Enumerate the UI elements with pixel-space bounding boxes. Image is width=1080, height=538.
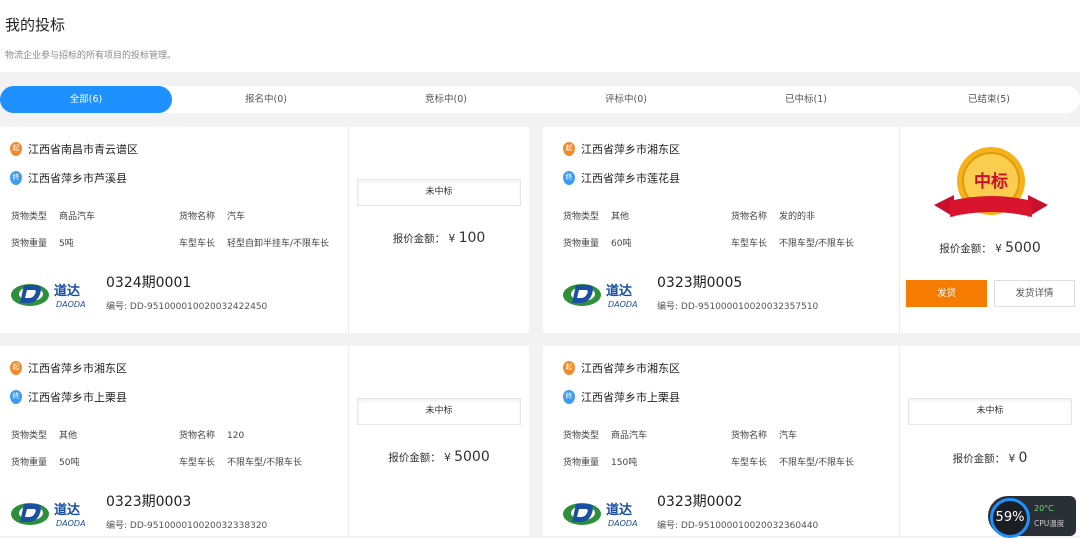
serial-number: 编号: DD-95100001002003235751​0: [657, 302, 819, 312]
bid-price: 报价金额： ¥ 5000: [388, 449, 490, 465]
status-tabs: 全部(6) 报名中(0) 竞标中(0) 评标中(0) 已中标(1) 已结束(5): [0, 86, 1080, 113]
origin-pin-icon: 起: [563, 142, 575, 156]
daoda-logo: 道达 DAODA: [11, 283, 86, 309]
cpu-temperature-label: CPU温度: [1034, 519, 1065, 528]
bid-price: 报价金额： ¥ 0: [952, 450, 1028, 466]
destination-pin-icon: 终: [563, 390, 575, 404]
bid-card[interactable]: 起 江西省萍乡市湘东区 终 江西省萍乡市上栗县 货物类型 其他 货物名称 120 货…: [0, 346, 529, 536]
cargo-name: 货物名称 发的的非: [731, 212, 816, 222]
cargo-type: 货物类型 商品汽车: [563, 431, 648, 441]
origin-pin-icon: 起: [10, 361, 22, 375]
cpu-temperature: 20°C: [1034, 504, 1054, 513]
bid-price: 报价金额： ¥ 100: [392, 230, 486, 246]
destination-text: 江西省萍乡市芦溪县: [28, 172, 127, 185]
svg-text:DAODA: DAODA: [608, 519, 638, 528]
bid-card[interactable]: 起 江西省南昌市青云谱区 终 江西省萍乡市芦溪县 货物类型 商品汽车 货物名称 汽车…: [0, 127, 529, 333]
svg-text:道达: 道达: [54, 502, 80, 518]
origin-row: 起 江西省萍乡市湘东区: [10, 360, 127, 376]
won-seal-icon: 中标: [934, 147, 1048, 217]
svg-text:道达: 道达: [606, 283, 632, 299]
svg-text:DAODA: DAODA: [56, 300, 86, 309]
destination-pin-icon: 终: [10, 171, 22, 185]
order-number: 0323期0003: [106, 494, 192, 510]
ship-button[interactable]: 发货: [906, 280, 987, 307]
cargo-weight: 货物重量 60吨: [563, 239, 632, 249]
cargo-name: 货物名称 汽车: [179, 212, 246, 222]
order-number: 0323期0002: [657, 494, 743, 510]
cpu-monitor-widget[interactable]: 59% 20°C CPU温度: [988, 496, 1076, 538]
svg-text:中标: 中标: [974, 171, 1008, 192]
origin-row: 起 江西省萍乡市湘东区: [563, 360, 680, 376]
order-number: 0324期0001: [106, 275, 192, 291]
cargo-weight: 货物重量 5吨: [11, 239, 74, 249]
serial-number: 编号: DD-95100001002003233832​0: [106, 521, 268, 531]
daoda-logo: 道达 DAODA: [563, 283, 638, 309]
daoda-logo: 道达 DAODA: [563, 502, 638, 528]
destination-pin-icon: 终: [563, 171, 575, 185]
serial-number: 编号: DD-95100001002003242245​0: [106, 302, 268, 312]
cpu-usage-gauge: 59%: [990, 498, 1030, 538]
serial-number: 编号: DD-95100001002003236044​0: [657, 521, 819, 531]
ship-detail-button[interactable]: 发货详情: [994, 280, 1075, 307]
tab-ended[interactable]: 已结束(5): [903, 86, 1075, 113]
cargo-weight: 货物重量 150吨: [563, 458, 638, 468]
cargo-weight: 货物重量 50吨: [11, 458, 80, 468]
destination-row: 终 江西省萍乡市芦溪县: [10, 170, 127, 186]
svg-text:DAODA: DAODA: [56, 519, 86, 528]
status-badge: 未中标: [357, 179, 521, 206]
origin-text: 江西省萍乡市湘东区: [28, 362, 127, 375]
svg-text:DAODA: DAODA: [608, 300, 638, 309]
origin-pin-icon: 起: [10, 142, 22, 156]
vehicle-length: 车型车长 不限车型/不限车长: [731, 458, 855, 468]
destination-text: 江西省萍乡市莲花县: [581, 172, 680, 185]
origin-row: 起 江西省南昌市青云谱区: [10, 141, 138, 157]
svg-text:道达: 道达: [54, 283, 80, 299]
cargo-name: 货物名称 120: [179, 431, 245, 441]
tab-won[interactable]: 已中标(1): [720, 86, 892, 113]
bid-price: 报价金额： ¥ 5000: [939, 240, 1041, 256]
destination-text: 江西省萍乡市上栗县: [28, 391, 127, 404]
tab-all[interactable]: 全部(6): [0, 86, 172, 113]
origin-text: 江西省萍乡市湘东区: [581, 362, 680, 375]
tab-bidding[interactable]: 竞标中(0): [360, 86, 532, 113]
daoda-logo: 道达 DAODA: [11, 502, 86, 528]
vehicle-length: 车型车长 不限车型/不限车长: [731, 239, 855, 249]
cargo-type: 货物类型 其他: [11, 431, 78, 441]
bid-card[interactable]: 起 江西省萍乡市湘东区 终 江西省萍乡市莲花县 货物类型 其他 货物名称 发的的非 …: [543, 127, 1080, 333]
tab-registering[interactable]: 报名中(0): [180, 86, 352, 113]
destination-row: 终 江西省萍乡市上栗县: [563, 389, 680, 405]
destination-row: 终 江西省萍乡市莲花县: [563, 170, 680, 186]
cargo-type: 货物类型 其他: [563, 212, 630, 222]
vehicle-length: 车型车长 不限车型/不限车长: [179, 458, 303, 468]
tab-evaluating[interactable]: 评标中(0): [540, 86, 712, 113]
origin-text: 江西省萍乡市湘东区: [581, 143, 680, 156]
origin-text: 江西省南昌市青云谱区: [28, 143, 138, 156]
page-header: 我的投标 物流企业参与招标的所有项目的投标管理。: [0, 0, 1080, 72]
destination-pin-icon: 终: [10, 390, 22, 404]
vehicle-length: 车型车长 轻型自卸半挂车/不限车长: [179, 239, 330, 249]
status-badge: 未中标: [357, 398, 521, 425]
status-badge: 未中标: [908, 398, 1072, 425]
svg-text:道达: 道达: [606, 502, 632, 518]
cargo-name: 货物名称 汽车: [731, 431, 798, 441]
origin-pin-icon: 起: [563, 361, 575, 375]
page-title: 我的投标: [5, 16, 66, 34]
destination-text: 江西省萍乡市上栗县: [581, 391, 680, 404]
order-number: 0323期0005: [657, 275, 743, 291]
origin-row: 起 江西省萍乡市湘东区: [563, 141, 680, 157]
destination-row: 终 江西省萍乡市上栗县: [10, 389, 127, 405]
cargo-type: 货物类型 商品汽车: [11, 212, 96, 222]
page-subtitle: 物流企业参与招标的所有项目的投标管理。: [5, 51, 177, 61]
